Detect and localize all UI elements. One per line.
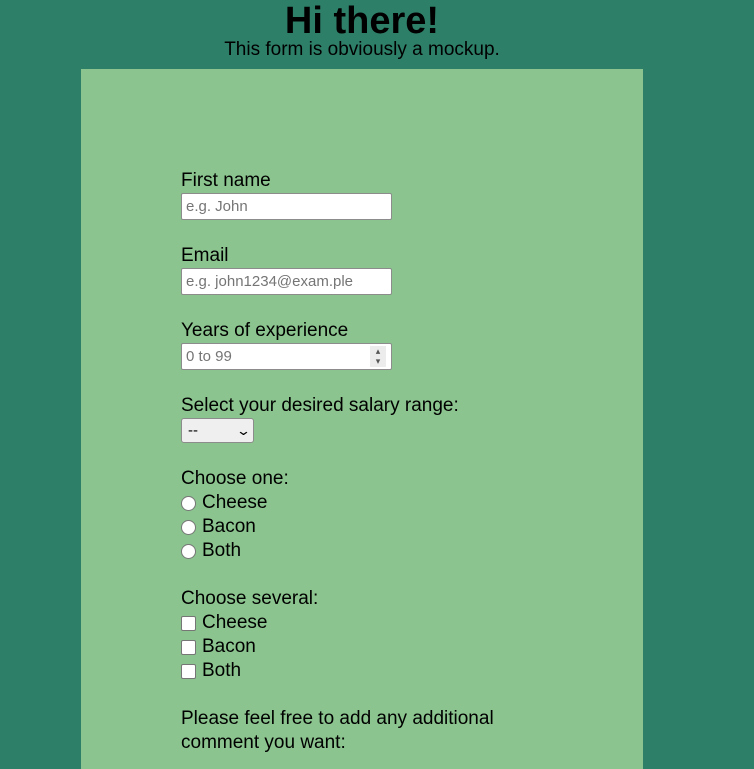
spinner-icon[interactable]: ▴ ▾ — [370, 346, 386, 367]
checkbox[interactable] — [181, 615, 196, 631]
mockup-form: First name Email Years of experience ▴▾ … — [181, 169, 521, 755]
first-name-field: First name — [181, 169, 521, 220]
radio-option-both[interactable]: Both — [181, 539, 521, 563]
salary-field: Select your desired salary range: -- ⌄ — [181, 394, 521, 443]
salary-label: Select your desired salary range: — [181, 395, 459, 416]
first-name-input[interactable] — [181, 193, 392, 220]
checkbox-label: Both — [202, 660, 242, 681]
choose-one-label: Choose one: — [181, 468, 289, 489]
page-header: Hi there! This form is obviously a mocku… — [0, 0, 724, 62]
salary-select[interactable]: -- ⌄ — [181, 418, 254, 443]
page-title: Hi there! — [284, 0, 440, 42]
checkbox-option-bacon[interactable]: Bacon — [181, 635, 521, 659]
radio-label: Bacon — [202, 516, 256, 537]
checkbox[interactable] — [181, 639, 196, 655]
page-subtitle: This form is obviously a mockup. — [224, 39, 500, 60]
checkbox-option-cheese[interactable]: Cheese — [181, 611, 521, 635]
radio-button[interactable] — [181, 543, 196, 559]
experience-input[interactable] — [181, 343, 392, 370]
checkbox-label: Cheese — [202, 612, 268, 633]
radio-button[interactable] — [181, 495, 196, 511]
choose-several-field: Choose several: Cheese Bacon Both — [181, 587, 521, 683]
choose-several-label: Choose several: — [181, 588, 319, 609]
comment-label: Please feel free to add any additional c… — [181, 708, 494, 753]
checkbox[interactable] — [181, 663, 196, 679]
radio-option-cheese[interactable]: Cheese — [181, 491, 521, 515]
radio-option-bacon[interactable]: Bacon — [181, 515, 521, 539]
form-panel: First name Email Years of experience ▴▾ … — [81, 69, 643, 769]
email-input[interactable] — [181, 268, 392, 295]
checkbox-option-both[interactable]: Both — [181, 659, 521, 683]
radio-button[interactable] — [181, 519, 196, 535]
radio-label: Both — [202, 540, 242, 561]
email-label: Email — [181, 245, 229, 266]
email-field: Email — [181, 244, 521, 295]
chevron-down-icon: ⌄ — [235, 423, 252, 438]
experience-label: Years of experience — [181, 320, 349, 341]
experience-field: Years of experience ▴▾ — [181, 319, 521, 370]
radio-label: Cheese — [202, 492, 268, 513]
first-name-label: First name — [181, 170, 271, 191]
choose-one-field: Choose one: Cheese Bacon Both — [181, 467, 521, 563]
experience-stepper: ▴▾ — [181, 343, 392, 370]
checkbox-label: Bacon — [202, 636, 256, 657]
salary-selected-value: -- — [188, 422, 198, 439]
